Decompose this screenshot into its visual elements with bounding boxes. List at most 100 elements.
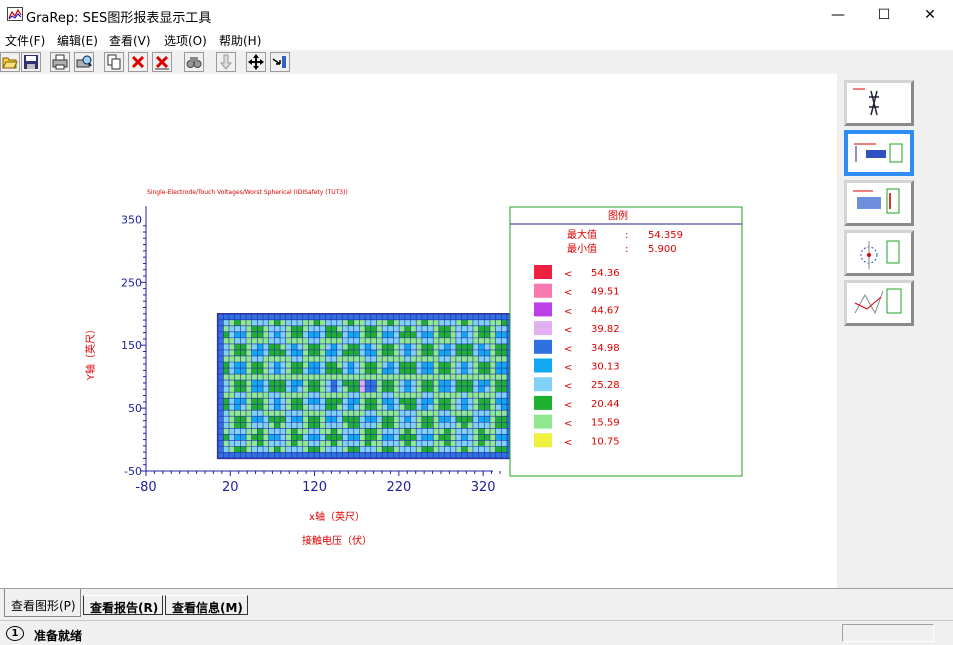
heatmap-cell xyxy=(297,398,304,405)
heatmap-cell xyxy=(467,434,474,441)
heatmap-cell xyxy=(382,355,389,363)
tab-view-report[interactable]: 查看报告(R) xyxy=(83,595,164,615)
thumbnail-5[interactable] xyxy=(844,280,914,326)
heatmap-cell xyxy=(257,392,264,399)
menu-edit[interactable]: 编辑(E) xyxy=(57,32,98,49)
heatmap-cell xyxy=(263,410,270,417)
heatmap-cell xyxy=(268,337,275,345)
heatmap-cell xyxy=(370,313,377,321)
heatmap-cell xyxy=(478,386,485,393)
menu-help[interactable]: 帮助(H) xyxy=(219,32,261,49)
heatmap-cell xyxy=(325,374,332,381)
thumbnail-1[interactable] xyxy=(844,80,914,126)
heatmap-cell xyxy=(484,428,491,435)
heatmap-cell xyxy=(280,434,287,441)
heatmap-cell xyxy=(246,319,252,327)
heatmap-cell xyxy=(421,325,428,333)
legend-swatch xyxy=(534,358,552,373)
heatmap-cell xyxy=(461,380,468,387)
heatmap-cell xyxy=(365,410,372,417)
heatmap-cell xyxy=(501,434,508,441)
heatmap-cell xyxy=(234,422,241,429)
heatmap-cell xyxy=(484,446,491,453)
heatmap-cell xyxy=(263,416,270,423)
heatmap-cell xyxy=(382,319,389,327)
next-button[interactable] xyxy=(216,52,236,72)
thumbnail-3[interactable] xyxy=(844,180,914,226)
print-preview-button[interactable] xyxy=(74,52,94,72)
heatmap-cell xyxy=(285,331,292,339)
heatmap-cell xyxy=(342,404,349,411)
heatmap-cell xyxy=(478,325,485,333)
heatmap-cell xyxy=(291,386,298,393)
heatmap-cell xyxy=(399,434,406,441)
tab-view-info[interactable]: 查看信息(M) xyxy=(165,595,248,615)
heatmap-cell xyxy=(489,325,496,333)
heatmap-cell xyxy=(399,368,406,375)
heatmap-cell xyxy=(246,374,252,381)
heatmap-cell xyxy=(461,422,468,429)
heatmap-cell xyxy=(370,355,377,363)
heatmap-cell xyxy=(234,343,241,351)
print-button[interactable] xyxy=(50,52,70,72)
thumbnail-4[interactable] xyxy=(844,230,914,276)
heatmap-cell xyxy=(274,368,281,375)
delete-all-button[interactable] xyxy=(152,52,172,72)
close-button[interactable]: ✕ xyxy=(907,0,953,30)
heatmap-cell xyxy=(353,440,360,447)
delete-button[interactable] xyxy=(128,52,148,72)
heatmap-cell xyxy=(217,422,224,429)
heatmap-cell xyxy=(257,337,264,345)
y-tick-label: 50 xyxy=(128,402,142,415)
tab-view-graph[interactable]: 查看图形(P) xyxy=(4,589,81,617)
heatmap-cell xyxy=(297,355,304,363)
heatmap-cell xyxy=(387,337,394,345)
heatmap-cell xyxy=(223,319,230,327)
heatmap-cell xyxy=(308,343,315,351)
heatmap-cell xyxy=(336,422,343,429)
heatmap-cell xyxy=(234,349,241,357)
move-button[interactable] xyxy=(246,52,266,72)
heatmap-cell xyxy=(291,422,298,429)
menu-options[interactable]: 选项(O) xyxy=(164,32,207,49)
heatmap-cell xyxy=(484,380,491,387)
heatmap-cell xyxy=(370,386,377,393)
heatmap-cell xyxy=(263,361,270,369)
heatmap-cell xyxy=(353,380,360,387)
heatmap-cell xyxy=(478,337,485,345)
fit-button[interactable] xyxy=(270,52,290,72)
heatmap-cell xyxy=(325,422,332,429)
heatmap-cell xyxy=(246,422,252,429)
heatmap-cell xyxy=(427,398,434,405)
heatmap-cell xyxy=(472,446,479,453)
heatmap-cell xyxy=(342,446,349,453)
heatmap-cell xyxy=(461,343,468,351)
heatmap-cell xyxy=(314,416,321,423)
heatmap-cell xyxy=(489,368,496,375)
heatmap-cell xyxy=(376,404,383,411)
heatmap-cell xyxy=(444,386,451,393)
heatmap-cell xyxy=(240,398,247,405)
heatmap-cell xyxy=(489,428,496,435)
heatmap-cell xyxy=(427,325,434,333)
heatmap-cell xyxy=(404,398,411,405)
heatmap-cell xyxy=(291,325,298,333)
heatmap-cell xyxy=(444,313,451,321)
menu-view[interactable]: 查看(V) xyxy=(109,32,151,49)
copy-button[interactable] xyxy=(104,52,124,72)
save-button[interactable] xyxy=(21,52,41,72)
heatmap-cell xyxy=(416,337,423,345)
maximize-button[interactable]: ☐ xyxy=(861,0,907,30)
thumbnail-2[interactable] xyxy=(844,130,914,176)
heatmap-cell xyxy=(308,410,315,417)
legend-max-value: 54.359 xyxy=(648,230,683,241)
open-button[interactable] xyxy=(0,52,20,72)
minimize-button[interactable]: — xyxy=(815,0,861,30)
heatmap-cell xyxy=(478,440,485,447)
heatmap-cell xyxy=(359,398,366,405)
find-button[interactable] xyxy=(184,52,204,72)
heatmap-cell xyxy=(467,343,474,351)
menu-file[interactable]: 文件(F) xyxy=(5,32,45,49)
heatmap-cell xyxy=(274,446,281,453)
heatmap-cell xyxy=(223,428,230,435)
